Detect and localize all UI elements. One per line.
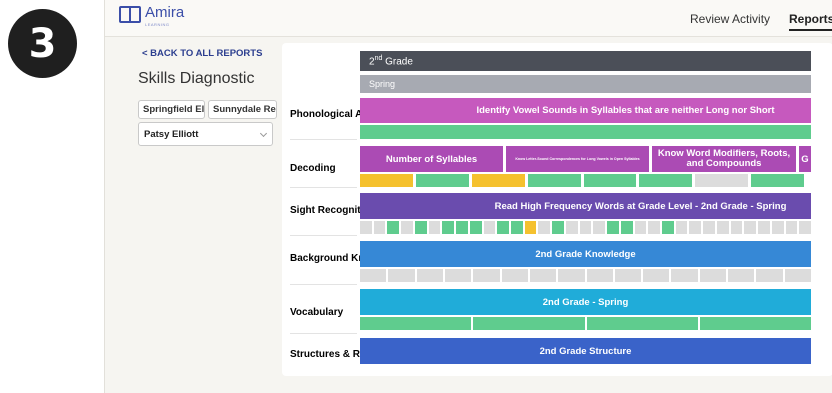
mastery-cell — [728, 269, 755, 282]
mastery-cell — [456, 221, 468, 234]
mastery-cell — [671, 269, 698, 282]
logo-text: Amira — [145, 4, 185, 21]
tile-word-modifiers-roots-compounds[interactable]: Know Word Modifiers, Roots, and Compound… — [652, 146, 796, 172]
mastery-cell — [444, 269, 472, 282]
tile-decoding-truncated[interactable]: G — [799, 146, 811, 172]
mastery-cell — [473, 317, 585, 330]
tile-2nd-grade-structure[interactable]: 2nd Grade Structure — [360, 338, 811, 364]
mastery-cell — [614, 269, 642, 282]
skill-label-decoding: Decoding — [290, 163, 336, 174]
tile-long-vowels-open-syllables[interactable]: Know Letter-Sound Correspondences for Lo… — [506, 146, 649, 172]
tile-number-of-syllables[interactable]: Number of Syllables — [360, 146, 503, 172]
grade-header-bar: 2nd Grade — [360, 51, 811, 71]
mastery-cell — [360, 269, 387, 282]
mastery-cell — [373, 221, 386, 234]
mastery-cell — [360, 221, 372, 234]
mastery-cell — [497, 221, 509, 234]
mastery-cell — [699, 269, 727, 282]
chevron-down-icon — [259, 129, 268, 138]
mastery-cell — [593, 221, 606, 234]
grade-word: Grade — [385, 56, 413, 68]
nav-reports[interactable]: Reports — [789, 12, 832, 31]
skill-label-vocabulary: Vocabulary — [290, 307, 344, 318]
mastery-cell — [583, 174, 637, 187]
row-divider — [290, 333, 357, 334]
app-window: Amira LEARNING Review Activity Reports <… — [104, 0, 832, 393]
mastery-cell — [552, 221, 564, 234]
mastery-cell — [579, 221, 592, 234]
page-title: Skills Diagnostic — [138, 70, 255, 87]
mastery-cell — [695, 174, 749, 187]
mastery-cell — [716, 221, 729, 234]
mastery-cell — [703, 221, 715, 234]
mastery-cell — [501, 269, 528, 282]
mastery-cell — [558, 269, 585, 282]
mastery-cell — [586, 317, 698, 330]
mastery-cell — [756, 269, 783, 282]
mastery-cell — [538, 221, 551, 234]
school-filter-chip-1[interactable]: Springfield El... — [138, 100, 205, 119]
student-select-value: Patsy Elliott — [144, 129, 199, 140]
mastery-cell — [415, 174, 469, 187]
mastery-cell — [675, 221, 688, 234]
tile-high-frequency-words[interactable]: Read High Frequency Words at Grade Level… — [360, 193, 811, 219]
mastery-cell — [360, 317, 472, 330]
mastery-cell — [442, 221, 455, 234]
tile-2nd-grade-knowledge[interactable]: 2nd Grade Knowledge — [360, 241, 811, 267]
mastery-cell — [529, 269, 557, 282]
mastery-cell — [473, 269, 500, 282]
mastery-cell — [648, 221, 660, 234]
tile-identify-vowel-sounds[interactable]: Identify Vowel Sounds in Syllables that … — [360, 98, 811, 123]
school-filter-chip-2[interactable]: Sunnydale Re... — [208, 100, 277, 119]
mastery-cell — [428, 221, 441, 234]
mastery-cell — [524, 221, 537, 234]
tile-2nd-grade-spring[interactable]: 2nd Grade - Spring — [360, 289, 811, 315]
mastery-cell — [586, 269, 613, 282]
skills-report-card: 2nd Grade Spring Phonological Awareness … — [282, 43, 832, 376]
mastery-cell — [643, 269, 670, 282]
step-number-badge: 3 — [8, 9, 77, 78]
mastery-cell — [634, 221, 647, 234]
back-to-all-reports-link[interactable]: < BACK TO ALL REPORTS — [142, 48, 262, 59]
mastery-cell — [401, 221, 413, 234]
mastery-cell — [387, 221, 400, 234]
mastery-cell — [414, 221, 427, 234]
season-header-bar: Spring — [360, 75, 811, 93]
top-nav-bar: Amira LEARNING Review Activity Reports — [105, 0, 832, 37]
mastery-cell — [620, 221, 633, 234]
grade-suffix: nd — [374, 55, 383, 62]
mastery-cell — [565, 221, 578, 234]
row-divider — [290, 284, 357, 285]
mastery-cell — [699, 317, 811, 330]
mastery-bar-phonological — [360, 125, 811, 139]
logo-subtext: LEARNING — [145, 22, 170, 27]
mastery-cell — [785, 221, 798, 234]
mastery-cell — [771, 221, 784, 234]
row-divider — [290, 187, 357, 188]
mastery-cell — [607, 221, 619, 234]
book-icon — [119, 6, 141, 23]
student-select[interactable]: Patsy Elliott — [138, 122, 273, 146]
mastery-cell — [511, 221, 523, 234]
mastery-cell — [471, 174, 525, 187]
mastery-cell — [758, 221, 770, 234]
mastery-cell — [416, 269, 443, 282]
mastery-cell — [784, 269, 811, 282]
row-divider — [290, 235, 357, 236]
mastery-cell — [744, 221, 757, 234]
mastery-cell — [388, 269, 415, 282]
mastery-cell — [689, 221, 702, 234]
mastery-cell — [751, 174, 804, 187]
mastery-cell — [469, 221, 482, 234]
amira-logo[interactable]: Amira LEARNING — [119, 4, 185, 27]
mastery-cell — [483, 221, 496, 234]
row-divider — [290, 139, 357, 140]
mastery-cell — [662, 221, 674, 234]
mastery-cell — [639, 174, 693, 187]
nav-review-activity[interactable]: Review Activity — [690, 12, 770, 26]
mastery-cell — [730, 221, 743, 234]
mastery-cell — [799, 221, 811, 234]
mastery-cell — [527, 174, 581, 187]
mastery-cell — [360, 174, 413, 187]
